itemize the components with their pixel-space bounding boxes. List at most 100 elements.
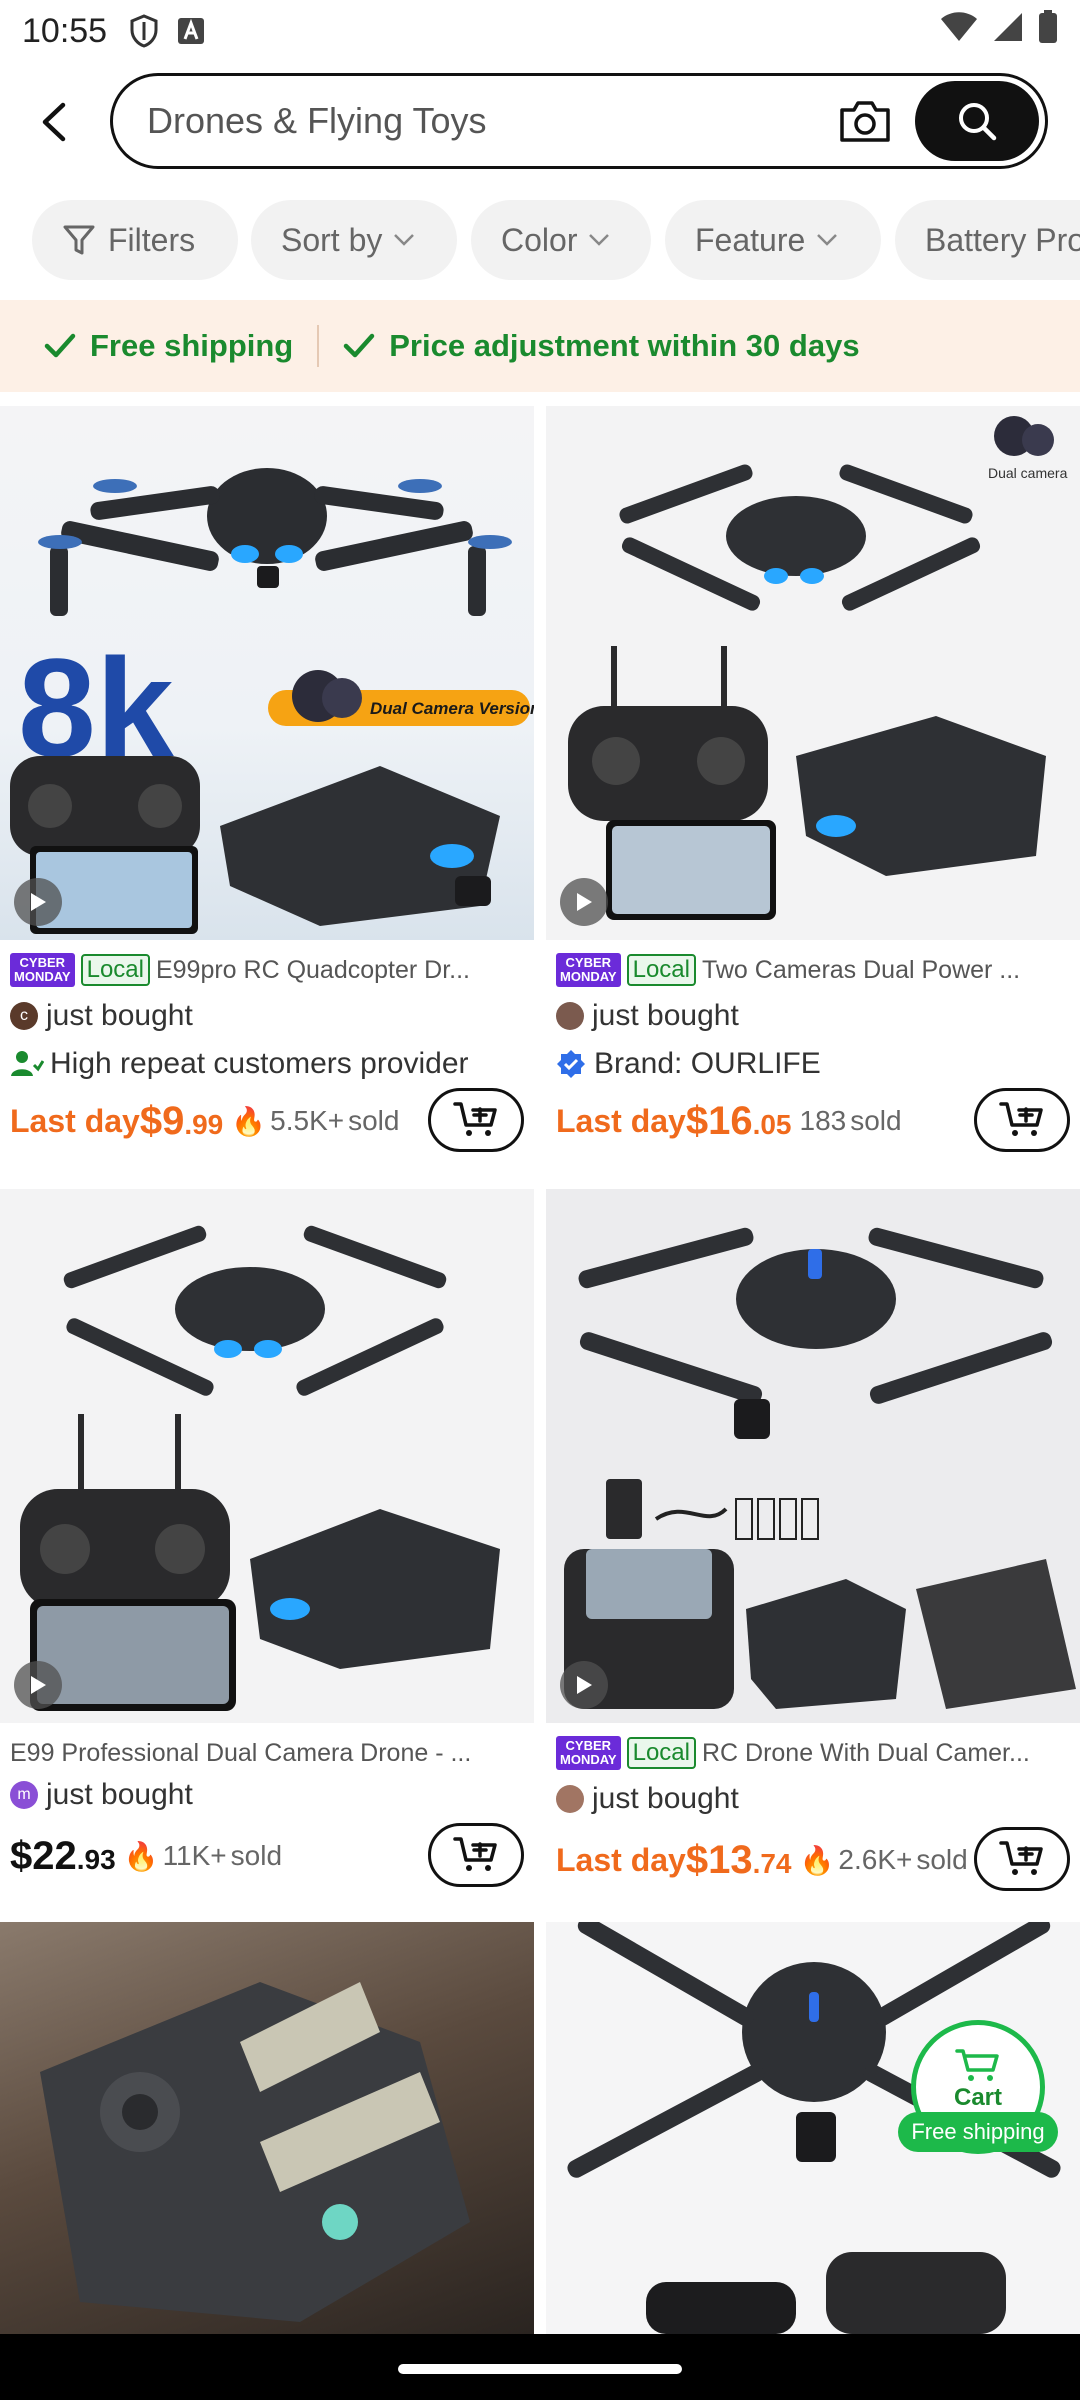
product-title-line[interactable]: CYBER MONDAY Local RC Drone With Dual Cam… — [556, 1733, 1076, 1773]
color-chip[interactable]: Color — [471, 200, 651, 280]
chevron-left-icon — [42, 102, 66, 142]
play-icon — [31, 893, 46, 911]
add-to-cart-button[interactable] — [974, 1827, 1070, 1891]
play-video-button[interactable] — [560, 1661, 608, 1709]
filter-icon — [63, 225, 95, 255]
avatar — [556, 1785, 584, 1813]
just-bought-text: just bought — [46, 1778, 193, 1811]
chevron-down-icon — [589, 234, 610, 246]
filters-label: Filters — [108, 221, 196, 258]
home-gesture-handle[interactable] — [398, 2364, 682, 2374]
system-navigation-bar — [0, 2334, 1080, 2400]
price: $9.99 — [139, 1098, 224, 1143]
product-title-line[interactable]: E99 Professional Dual Camera Drone - ... — [10, 1733, 530, 1773]
battery-label: Battery Pro — [925, 221, 1080, 258]
local-badge: Local — [80, 954, 150, 986]
verified-icon — [557, 1050, 585, 1078]
play-icon — [577, 1676, 592, 1694]
product-title-line[interactable]: CYBER MONDAY Local Two Cameras Dual Power… — [556, 950, 1076, 990]
avatar: c — [10, 1002, 38, 1030]
cart-free-shipping-tag: Free shipping — [898, 2112, 1058, 2152]
sold-count: 🔥 2.6K+ sold — [799, 1844, 968, 1876]
user-plus-icon — [11, 1051, 44, 1076]
font-icon — [177, 17, 205, 45]
play-video-button[interactable] — [14, 878, 62, 926]
cyber-monday-badge: CYBER MONDAY — [556, 953, 621, 987]
play-icon — [577, 893, 592, 911]
add-to-cart-button[interactable] — [974, 1088, 1070, 1152]
check-icon — [344, 333, 375, 358]
search-input[interactable]: Drones & Flying Toys — [147, 100, 835, 142]
play-icon — [31, 1676, 46, 1694]
sold-count: 🔥 5.5K+ sold — [231, 1105, 400, 1137]
product-card[interactable]: E99 Professional Dual Camera Drone - ...… — [0, 1189, 534, 1889]
product-title[interactable]: RC Drone With Dual Camer... — [702, 1739, 1030, 1768]
last-day-label: Last day — [556, 1102, 686, 1139]
price-adjustment-benefit: Price adjustment within 30 days — [343, 328, 860, 364]
battery-chip[interactable]: Battery Pro — [895, 200, 1080, 280]
feature-label: Feature — [695, 221, 806, 258]
add-to-cart-button[interactable] — [428, 1823, 524, 1887]
battery-icon — [1038, 9, 1058, 53]
avatar — [556, 1002, 584, 1030]
filter-bar: Filters Sort by Color Feature Battery Pr… — [0, 200, 1080, 280]
product-image[interactable] — [0, 1189, 534, 1723]
play-video-button[interactable] — [14, 1661, 62, 1709]
cart-icon — [955, 2049, 999, 2081]
chevron-down-icon — [394, 234, 415, 246]
store-tag-text: High repeat customers provider — [50, 1047, 469, 1080]
product-title[interactable]: E99pro RC Quadcopter Dr... — [156, 956, 470, 985]
shield-icon — [129, 14, 159, 48]
floating-cart-button[interactable]: Cart Free shipping — [898, 2020, 1058, 2154]
filters-chip[interactable]: Filters — [32, 200, 238, 280]
wifi-icon — [940, 11, 978, 52]
product-card[interactable]: Dual camera CYBER MONDAY Local Two Camer… — [546, 406, 1080, 1166]
last-day-label: Last day — [556, 1841, 686, 1878]
brand-text: Brand: OURLIFE — [594, 1047, 821, 1080]
product-card[interactable] — [0, 1922, 534, 2334]
search-bar[interactable]: Drones & Flying Toys — [110, 73, 1048, 169]
check-icon — [44, 333, 76, 358]
avatar: m — [10, 1781, 38, 1809]
search-button[interactable] — [915, 81, 1039, 161]
store-tag: High repeat customers provider — [10, 1042, 530, 1086]
just-bought-text: just bought — [592, 1782, 739, 1815]
recent-purchase: just bought — [556, 1777, 1076, 1821]
feature-chip[interactable]: Feature — [665, 200, 881, 280]
add-cart-icon — [453, 1837, 497, 1871]
free-shipping-benefit: Free shipping — [44, 328, 293, 364]
product-image[interactable] — [546, 1189, 1080, 1723]
sort-by-label: Sort by — [281, 221, 383, 258]
price-adjustment-text: Price adjustment within 30 days — [389, 328, 860, 363]
benefit-divider — [317, 325, 320, 367]
dual-camera-version-text: Dual Camera Version — [370, 699, 534, 718]
last-day-label: Last day — [10, 1102, 140, 1139]
search-header: Drones & Flying Toys — [0, 68, 1080, 178]
product-card[interactable]: CYBER MONDAY Local RC Drone With Dual Cam… — [546, 1189, 1080, 1891]
product-image[interactable]: Dual camera — [546, 406, 1080, 940]
dual-camera-text: Dual camera — [988, 465, 1068, 481]
status-time: 10:55 — [22, 11, 108, 50]
local-badge: Local — [626, 1737, 696, 1769]
camera-search-button[interactable] — [835, 91, 895, 151]
sort-by-chip[interactable]: Sort by — [251, 200, 457, 280]
product-image[interactable]: 8k Dual Camera Version — [0, 406, 534, 940]
product-card[interactable]: 8k Dual Camera Version CYBER MONDAY Local… — [0, 406, 534, 1166]
product-image[interactable] — [0, 1922, 534, 2334]
price: $13.74 — [685, 1837, 792, 1882]
back-button[interactable] — [28, 96, 80, 148]
camera-icon — [840, 101, 890, 142]
just-bought-text: just bought — [592, 999, 739, 1032]
product-title[interactable]: Two Cameras Dual Power ... — [702, 956, 1020, 985]
add-to-cart-button[interactable] — [428, 1088, 524, 1152]
add-cart-icon — [453, 1102, 497, 1136]
play-video-button[interactable] — [560, 878, 608, 926]
local-badge: Local — [626, 954, 696, 986]
sold-count: 🔥 11K+ sold — [123, 1840, 283, 1872]
status-bar: 10:55 — [0, 0, 1080, 62]
product-title[interactable]: E99 Professional Dual Camera Drone - ... — [10, 1739, 471, 1768]
product-title-line[interactable]: CYBER MONDAY Local E99pro RC Quadcopter D… — [10, 950, 530, 990]
signal-icon — [992, 11, 1024, 52]
color-label: Color — [501, 221, 578, 258]
search-icon — [959, 103, 997, 141]
